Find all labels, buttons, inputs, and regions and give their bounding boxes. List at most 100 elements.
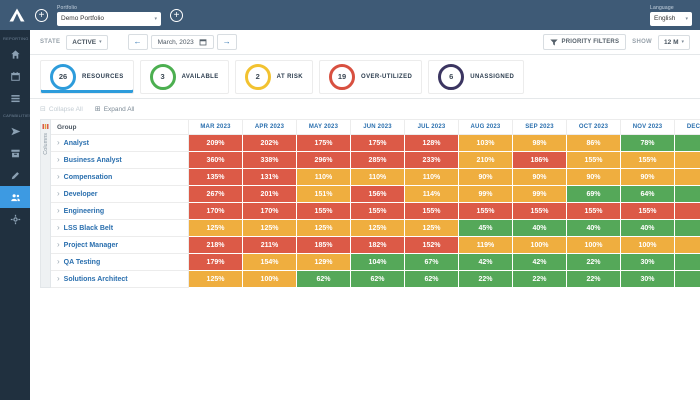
heatmap-cell[interactable]: 78%	[621, 135, 675, 152]
heatmap-cell[interactable]: 128%	[405, 135, 459, 152]
heatmap-cell[interactable]: 155%	[567, 152, 621, 169]
heatmap-cell[interactable]: 285%	[351, 152, 405, 169]
heatmap-cell[interactable]: 67%	[405, 254, 459, 271]
heatmap-cell[interactable]: 100%	[567, 237, 621, 254]
heatmap-cell[interactable]: 155%	[621, 203, 675, 220]
heatmap-cell[interactable]: 119%	[459, 237, 513, 254]
heatmap-cell[interactable]: 100%	[243, 271, 297, 288]
heatmap-cell[interactable]: 125%	[189, 220, 243, 237]
heatmap-cell[interactable]: 99%	[459, 186, 513, 203]
group-cell-analyst[interactable]: › Analyst	[51, 135, 189, 152]
heatmap-cell[interactable]: 125%	[351, 220, 405, 237]
group-cell-business-analyst[interactable]: › Business Analyst	[51, 152, 189, 169]
language-select[interactable]: English ▾	[650, 11, 692, 26]
sidebar-item-gear[interactable]	[0, 208, 30, 230]
heatmap-cell[interactable]: 40%	[513, 220, 567, 237]
add-item-button[interactable]: +	[170, 8, 183, 22]
heatmap-cell[interactable]: 186%	[513, 152, 567, 169]
sidebar-item-reports[interactable]	[0, 87, 30, 109]
heatmap-cell[interactable]: 90%	[513, 169, 567, 186]
stat-card-unassigned[interactable]: 6 UNASSIGNED	[428, 59, 525, 94]
group-cell-engineering[interactable]: › Engineering	[51, 203, 189, 220]
sidebar-item-pen[interactable]	[0, 164, 30, 186]
heatmap-cell[interactable]: 179%	[189, 254, 243, 271]
heatmap-cell[interactable]: 30%	[621, 254, 675, 271]
heatmap-cell[interactable]: 152%	[405, 237, 459, 254]
heatmap-cell[interactable]: 155%	[297, 203, 351, 220]
heatmap-cell[interactable]: 42%	[459, 254, 513, 271]
heatmap-cell[interactable]: 209%	[189, 135, 243, 152]
heatmap-cell[interactable]: 40%	[567, 220, 621, 237]
heatmap-cell[interactable]: 211%	[243, 237, 297, 254]
heatmap-cell[interactable]: 62%	[297, 271, 351, 288]
heatmap-cell[interactable]: 131%	[243, 169, 297, 186]
heatmap-cell-clipped[interactable]	[675, 237, 700, 254]
heatmap-cell[interactable]: 155%	[621, 152, 675, 169]
sidebar-item-people[interactable]	[0, 186, 30, 208]
heatmap-cell[interactable]: 125%	[405, 220, 459, 237]
heatmap-cell[interactable]: 155%	[351, 203, 405, 220]
heatmap-cell[interactable]: 210%	[459, 152, 513, 169]
portfolio-select[interactable]: Demo Portfolio ▾	[57, 11, 161, 26]
group-cell-compensation[interactable]: › Compensation	[51, 169, 189, 186]
heatmap-cell[interactable]: 155%	[513, 203, 567, 220]
columns-tab[interactable]: Columns	[40, 119, 51, 288]
heatmap-cell[interactable]: 42%	[513, 254, 567, 271]
heatmap-cell[interactable]: 360%	[189, 152, 243, 169]
heatmap-cell-clipped[interactable]	[675, 152, 700, 169]
heatmap-cell[interactable]: 22%	[567, 271, 621, 288]
heatmap-cell[interactable]: 86%	[567, 135, 621, 152]
heatmap-cell[interactable]: 170%	[189, 203, 243, 220]
group-cell-qa-testing[interactable]: › QA Testing	[51, 254, 189, 271]
heatmap-cell[interactable]: 99%	[513, 186, 567, 203]
heatmap-cell[interactable]: 135%	[189, 169, 243, 186]
heatmap-cell[interactable]: 30%	[621, 271, 675, 288]
heatmap-cell[interactable]: 100%	[621, 237, 675, 254]
collapse-all-button[interactable]: ⊟ Collapse All	[40, 106, 83, 113]
heatmap-cell[interactable]: 22%	[459, 271, 513, 288]
sidebar-item-archive[interactable]	[0, 142, 30, 164]
heatmap-cell[interactable]: 110%	[351, 169, 405, 186]
heatmap-cell-clipped[interactable]	[675, 254, 700, 271]
heatmap-cell[interactable]: 218%	[189, 237, 243, 254]
heatmap-cell-clipped[interactable]	[675, 203, 700, 220]
sidebar-item-home[interactable]	[0, 43, 30, 65]
prev-month-button[interactable]: ←	[127, 34, 148, 50]
heatmap-cell[interactable]: 64%	[621, 186, 675, 203]
heatmap-cell[interactable]: 125%	[189, 271, 243, 288]
stat-card-at-risk[interactable]: 2 AT RISK	[234, 59, 314, 94]
group-cell-lss-black-belt[interactable]: › LSS Black Belt	[51, 220, 189, 237]
group-cell-project-manager[interactable]: › Project Manager	[51, 237, 189, 254]
add-portfolio-button[interactable]: +	[35, 8, 48, 22]
heatmap-cell[interactable]: 90%	[621, 169, 675, 186]
heatmap-cell[interactable]: 110%	[297, 169, 351, 186]
heatmap-cell-clipped[interactable]	[675, 135, 700, 152]
heatmap-cell-clipped[interactable]	[675, 220, 700, 237]
heatmap-cell[interactable]: 175%	[297, 135, 351, 152]
heatmap-cell[interactable]: 338%	[243, 152, 297, 169]
heatmap-cell[interactable]: 62%	[351, 271, 405, 288]
stat-card-available[interactable]: 3 AVAILABLE	[139, 59, 229, 94]
heatmap-cell[interactable]: 22%	[567, 254, 621, 271]
group-cell-solutions-architect[interactable]: › Solutions Architect	[51, 271, 189, 288]
heatmap-cell[interactable]: 110%	[405, 169, 459, 186]
sidebar-item-calendar[interactable]	[0, 65, 30, 87]
heatmap-cell[interactable]: 233%	[405, 152, 459, 169]
heatmap-cell[interactable]: 62%	[405, 271, 459, 288]
heatmap-cell[interactable]: 69%	[567, 186, 621, 203]
date-picker[interactable]: March, 2023	[150, 35, 214, 49]
heatmap-cell[interactable]: 98%	[513, 135, 567, 152]
expand-all-button[interactable]: ⊞ Expand All	[95, 106, 135, 113]
stat-card-over-utilized[interactable]: 19 OVER-UTILIZED	[319, 59, 423, 94]
stat-card-resources[interactable]: 26 RESOURCES	[40, 59, 134, 94]
priority-filters-button[interactable]: PRIORITY FILTERS	[542, 34, 627, 50]
heatmap-cell[interactable]: 185%	[297, 237, 351, 254]
sidebar-item-plane[interactable]	[0, 120, 30, 142]
heatmap-cell[interactable]: 103%	[459, 135, 513, 152]
heatmap-cell[interactable]: 40%	[621, 220, 675, 237]
heatmap-cell[interactable]: 129%	[297, 254, 351, 271]
heatmap-cell[interactable]: 90%	[567, 169, 621, 186]
heatmap-cell[interactable]: 182%	[351, 237, 405, 254]
heatmap-cell[interactable]: 104%	[351, 254, 405, 271]
heatmap-cell-clipped[interactable]	[675, 169, 700, 186]
